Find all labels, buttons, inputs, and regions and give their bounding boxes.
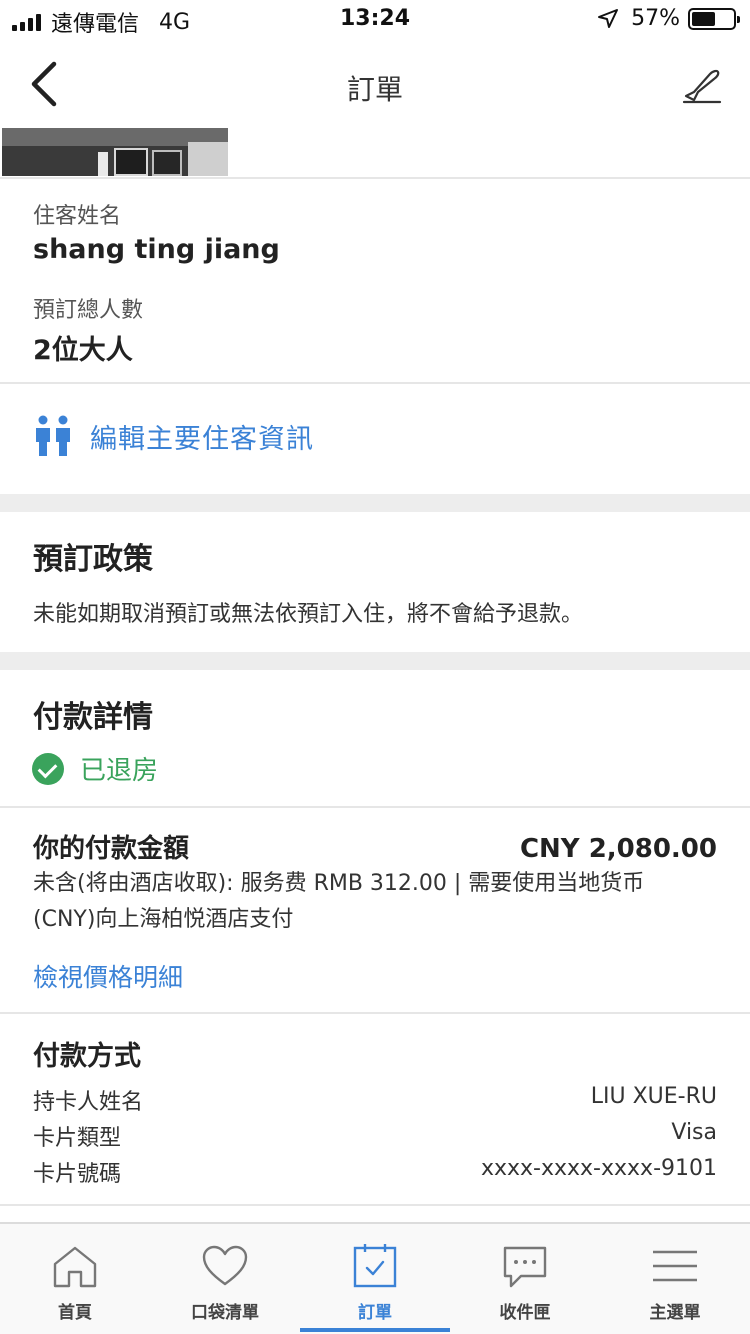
home-icon — [53, 1246, 97, 1288]
battery-percent: 57% — [631, 6, 680, 31]
divider — [0, 1012, 750, 1014]
price-breakdown-link[interactable]: 檢視價格明細 — [33, 958, 183, 994]
payment-note-line2: (CNY)向上海柏悦酒店支付 — [33, 907, 294, 932]
divider — [0, 1204, 750, 1206]
cardholder-label: 持卡人姓名 — [33, 1090, 144, 1115]
checkout-status-label: 已退房 — [80, 756, 159, 786]
tab-wishlist[interactable]: 口袋清單 — [150, 1224, 300, 1334]
nav-bar: 訂單 — [0, 40, 750, 128]
tab-orders-label: 訂單 — [358, 1303, 392, 1323]
card-number-label: 卡片號碼 — [33, 1162, 122, 1187]
payment-note-line1: 未含(将由酒店收取): 服务费 RMB 312.00 | 需要使用当地货币 — [33, 871, 645, 896]
tab-bar: 首頁 口袋清單 訂單 收件匣 主選單 — [0, 1222, 750, 1334]
tab-orders[interactable]: 訂單 — [300, 1224, 450, 1334]
edit-guest-info-link[interactable]: 編輯主要住客資訊 — [34, 414, 314, 458]
payment-amount-value: CNY 2,080.00 — [519, 834, 717, 864]
tab-home-label: 首頁 — [58, 1303, 92, 1323]
status-right: 57% — [597, 6, 740, 31]
card-type-row: 卡片類型 Visa — [33, 1120, 717, 1152]
airplane-icon[interactable] — [680, 62, 724, 106]
tab-inbox-label: 收件匣 — [499, 1303, 551, 1323]
payment-method-title: 付款方式 — [33, 1041, 141, 1072]
card-type-value: Visa — [671, 1120, 717, 1145]
tab-menu-label: 主選單 — [649, 1303, 701, 1323]
policy-text: 未能如期取消預訂或無法依預訂入住，將不會給予退款。 — [33, 602, 584, 627]
chat-bubble-icon — [503, 1246, 547, 1288]
guest-name-value: shang ting jiang — [33, 234, 280, 265]
hotel-photo — [2, 128, 228, 176]
guest-count-label: 預訂總人數 — [33, 298, 144, 323]
divider — [0, 382, 750, 384]
payment-amount-label: 你的付款金額 — [33, 834, 190, 864]
cardholder-value: LIU XUE-RU — [590, 1084, 717, 1109]
divider — [0, 177, 750, 179]
card-number-row: 卡片號碼 xxxx-xxxx-xxxx-9101 — [33, 1156, 717, 1188]
edit-guest-info-label: 編輯主要住客資訊 — [90, 423, 314, 455]
payment-amount-row: 你的付款金額 CNY 2,080.00 — [33, 828, 717, 865]
payment-title: 付款詳情 — [33, 700, 153, 735]
page-title: 訂單 — [346, 73, 403, 106]
check-circle-icon — [32, 752, 64, 785]
policy-title: 預訂政策 — [33, 542, 153, 577]
card-type-label: 卡片類型 — [33, 1126, 122, 1151]
section-separator — [0, 652, 750, 670]
tab-inbox[interactable]: 收件匣 — [450, 1224, 600, 1334]
tab-wishlist-label: 口袋清單 — [191, 1303, 259, 1323]
guest-count-value: 2位大人 — [33, 335, 133, 366]
card-number-value: xxxx-xxxx-xxxx-9101 — [480, 1156, 717, 1181]
calendar-check-icon — [353, 1244, 397, 1288]
heart-icon — [202, 1245, 248, 1286]
section-separator — [0, 494, 750, 512]
menu-icon — [653, 1250, 697, 1282]
checkout-status: 已退房 — [32, 750, 158, 787]
divider — [0, 806, 750, 808]
tab-home[interactable]: 首頁 — [0, 1224, 150, 1334]
battery-icon — [688, 7, 740, 30]
active-tab-indicator — [300, 1328, 450, 1332]
people-icon — [36, 415, 70, 456]
cardholder-row: 持卡人姓名 LIU XUE-RU — [33, 1084, 717, 1116]
guest-name-label: 住客姓名 — [33, 204, 122, 229]
status-bar: 遠傳電信 4G 13:24 57% — [0, 0, 750, 40]
tab-menu[interactable]: 主選單 — [600, 1224, 750, 1334]
location-arrow-icon — [598, 8, 619, 28]
